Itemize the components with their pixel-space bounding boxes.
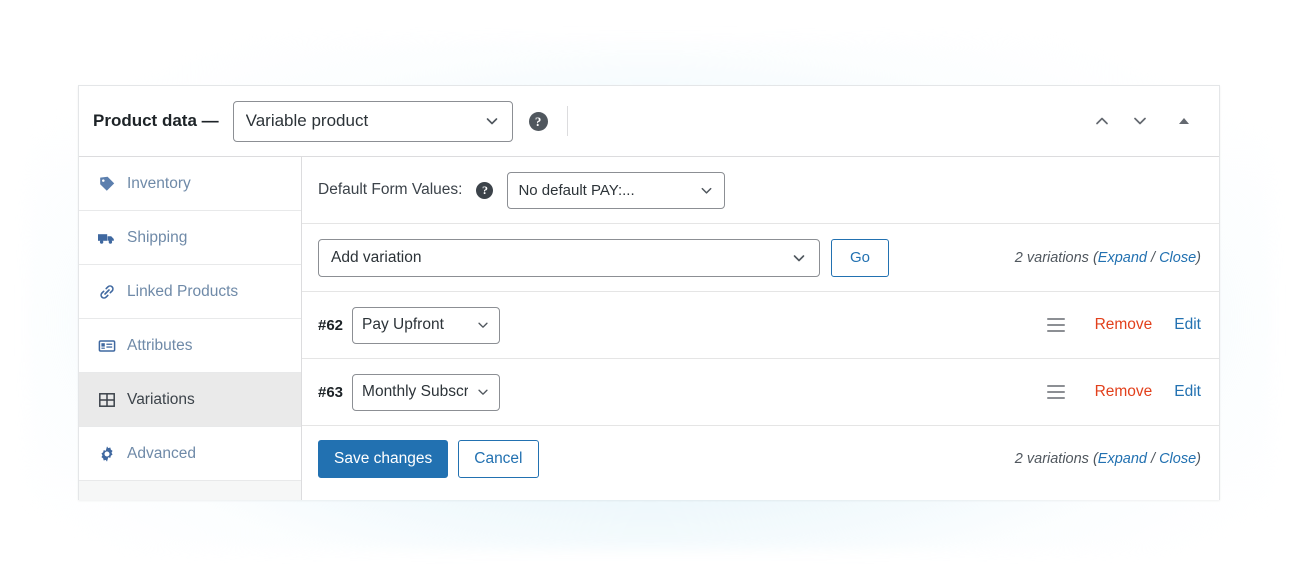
expand-link-top[interactable]: Expand — [1098, 250, 1147, 266]
variation-id: #62 — [318, 316, 344, 334]
variation-attribute-value: Monthly Subscri — [362, 383, 469, 400]
cancel-button[interactable]: Cancel — [458, 440, 539, 478]
default-form-values-label: Default Form Values: — [318, 181, 463, 198]
sidebar-item-label: Shipping — [127, 228, 188, 246]
chevron-down-icon — [793, 254, 805, 261]
sidebar-item-label: Inventory — [127, 174, 191, 192]
toggle-panel-icon[interactable] — [1169, 106, 1199, 136]
chevron-down-icon — [486, 118, 497, 125]
variation-count-top: 2 variations (Expand / Close) — [1015, 250, 1201, 266]
count-suffix: ) — [1196, 249, 1201, 266]
product-type-value: Variable product — [245, 111, 369, 130]
add-variation-value: Add variation — [331, 248, 422, 266]
expand-link-bottom[interactable]: Expand — [1098, 451, 1147, 467]
sidebar-item-attributes[interactable]: Attributes — [79, 319, 301, 373]
truck-icon — [97, 228, 116, 247]
go-button[interactable]: Go — [831, 238, 889, 277]
close-link-top[interactable]: Close — [1159, 250, 1196, 266]
add-variation-toolbar: Add variation Go 2 variations (Expand / … — [302, 224, 1219, 292]
variation-attribute-value: Pay Upfront — [362, 316, 444, 333]
chevron-down-icon — [478, 389, 488, 395]
variations-content: Default Form Values: ? No default PAY:..… — [302, 157, 1219, 500]
page-title: Product data — — [93, 111, 219, 130]
table-row: #62 Pay Upfront Remove Edit — [302, 292, 1219, 359]
product-type-select[interactable]: Variable product — [232, 100, 513, 142]
table-row: #63 Monthly Subscri Remove Edit — [302, 359, 1219, 426]
variation-count-text: 2 variations ( — [1014, 451, 1098, 467]
variation-count-text: 2 variations ( — [1014, 249, 1098, 266]
gear-icon — [97, 444, 116, 463]
sidebar-item-variations[interactable]: Variations — [79, 373, 301, 427]
edit-link[interactable]: Edit — [1174, 383, 1201, 401]
product-data-panel: Product data — Variable product ? Invent… — [78, 85, 1220, 500]
sidebar-item-label: Attributes — [127, 336, 193, 354]
variation-attribute-select[interactable]: Pay Upfront — [352, 306, 501, 344]
count-suffix: ) — [1196, 451, 1201, 467]
sidebar-item-linked-products[interactable]: Linked Products — [79, 265, 301, 319]
list-icon — [97, 336, 116, 355]
sidebar-item-shipping[interactable]: Shipping — [79, 211, 301, 265]
sidebar-item-label: Linked Products — [127, 282, 239, 300]
panel-body: Inventory Shipping Linked Products Attri… — [79, 157, 1219, 500]
tag-icon — [97, 174, 116, 193]
header-divider — [566, 106, 568, 136]
default-form-values-row: Default Form Values: ? No default PAY:..… — [302, 157, 1219, 224]
sidebar-item-advanced[interactable]: Advanced — [79, 427, 301, 481]
remove-link[interactable]: Remove — [1095, 383, 1153, 401]
variations-footer: Save changes Cancel 2 variations (Expand… — [302, 426, 1219, 492]
save-changes-button[interactable]: Save changes — [318, 440, 449, 478]
count-separator: / — [1146, 249, 1160, 266]
add-variation-select[interactable]: Add variation — [318, 238, 820, 277]
product-type-help-icon[interactable]: ? — [528, 111, 548, 131]
chevron-down-icon — [478, 322, 488, 328]
drag-handle-icon[interactable] — [1046, 385, 1065, 399]
sidebar-item-label: Advanced — [127, 444, 196, 462]
drag-handle-icon[interactable] — [1046, 318, 1065, 332]
count-separator: / — [1146, 451, 1160, 467]
remove-link[interactable]: Remove — [1095, 316, 1153, 334]
link-icon — [97, 282, 116, 301]
grid-icon — [97, 390, 116, 409]
default-form-values-help-icon[interactable]: ? — [476, 181, 494, 199]
variation-id: #63 — [318, 383, 344, 401]
sidebar-item-inventory[interactable]: Inventory — [79, 157, 301, 211]
close-link-bottom[interactable]: Close — [1159, 451, 1196, 467]
sidebar-item-label: Variations — [127, 390, 195, 408]
panel-header: Product data — Variable product ? — [79, 86, 1219, 157]
variation-attribute-select[interactable]: Monthly Subscri — [352, 373, 501, 411]
move-down-icon[interactable] — [1125, 106, 1155, 136]
chevron-down-icon — [701, 187, 712, 194]
default-form-values-value: No default PAY:... — [518, 181, 635, 199]
default-form-values-select[interactable]: No default PAY:... — [507, 171, 726, 209]
move-up-icon[interactable] — [1087, 106, 1117, 136]
product-data-sidebar: Inventory Shipping Linked Products Attri… — [79, 157, 302, 500]
variation-count-bottom: 2 variations (Expand / Close) — [1015, 451, 1201, 467]
edit-link[interactable]: Edit — [1174, 316, 1201, 334]
